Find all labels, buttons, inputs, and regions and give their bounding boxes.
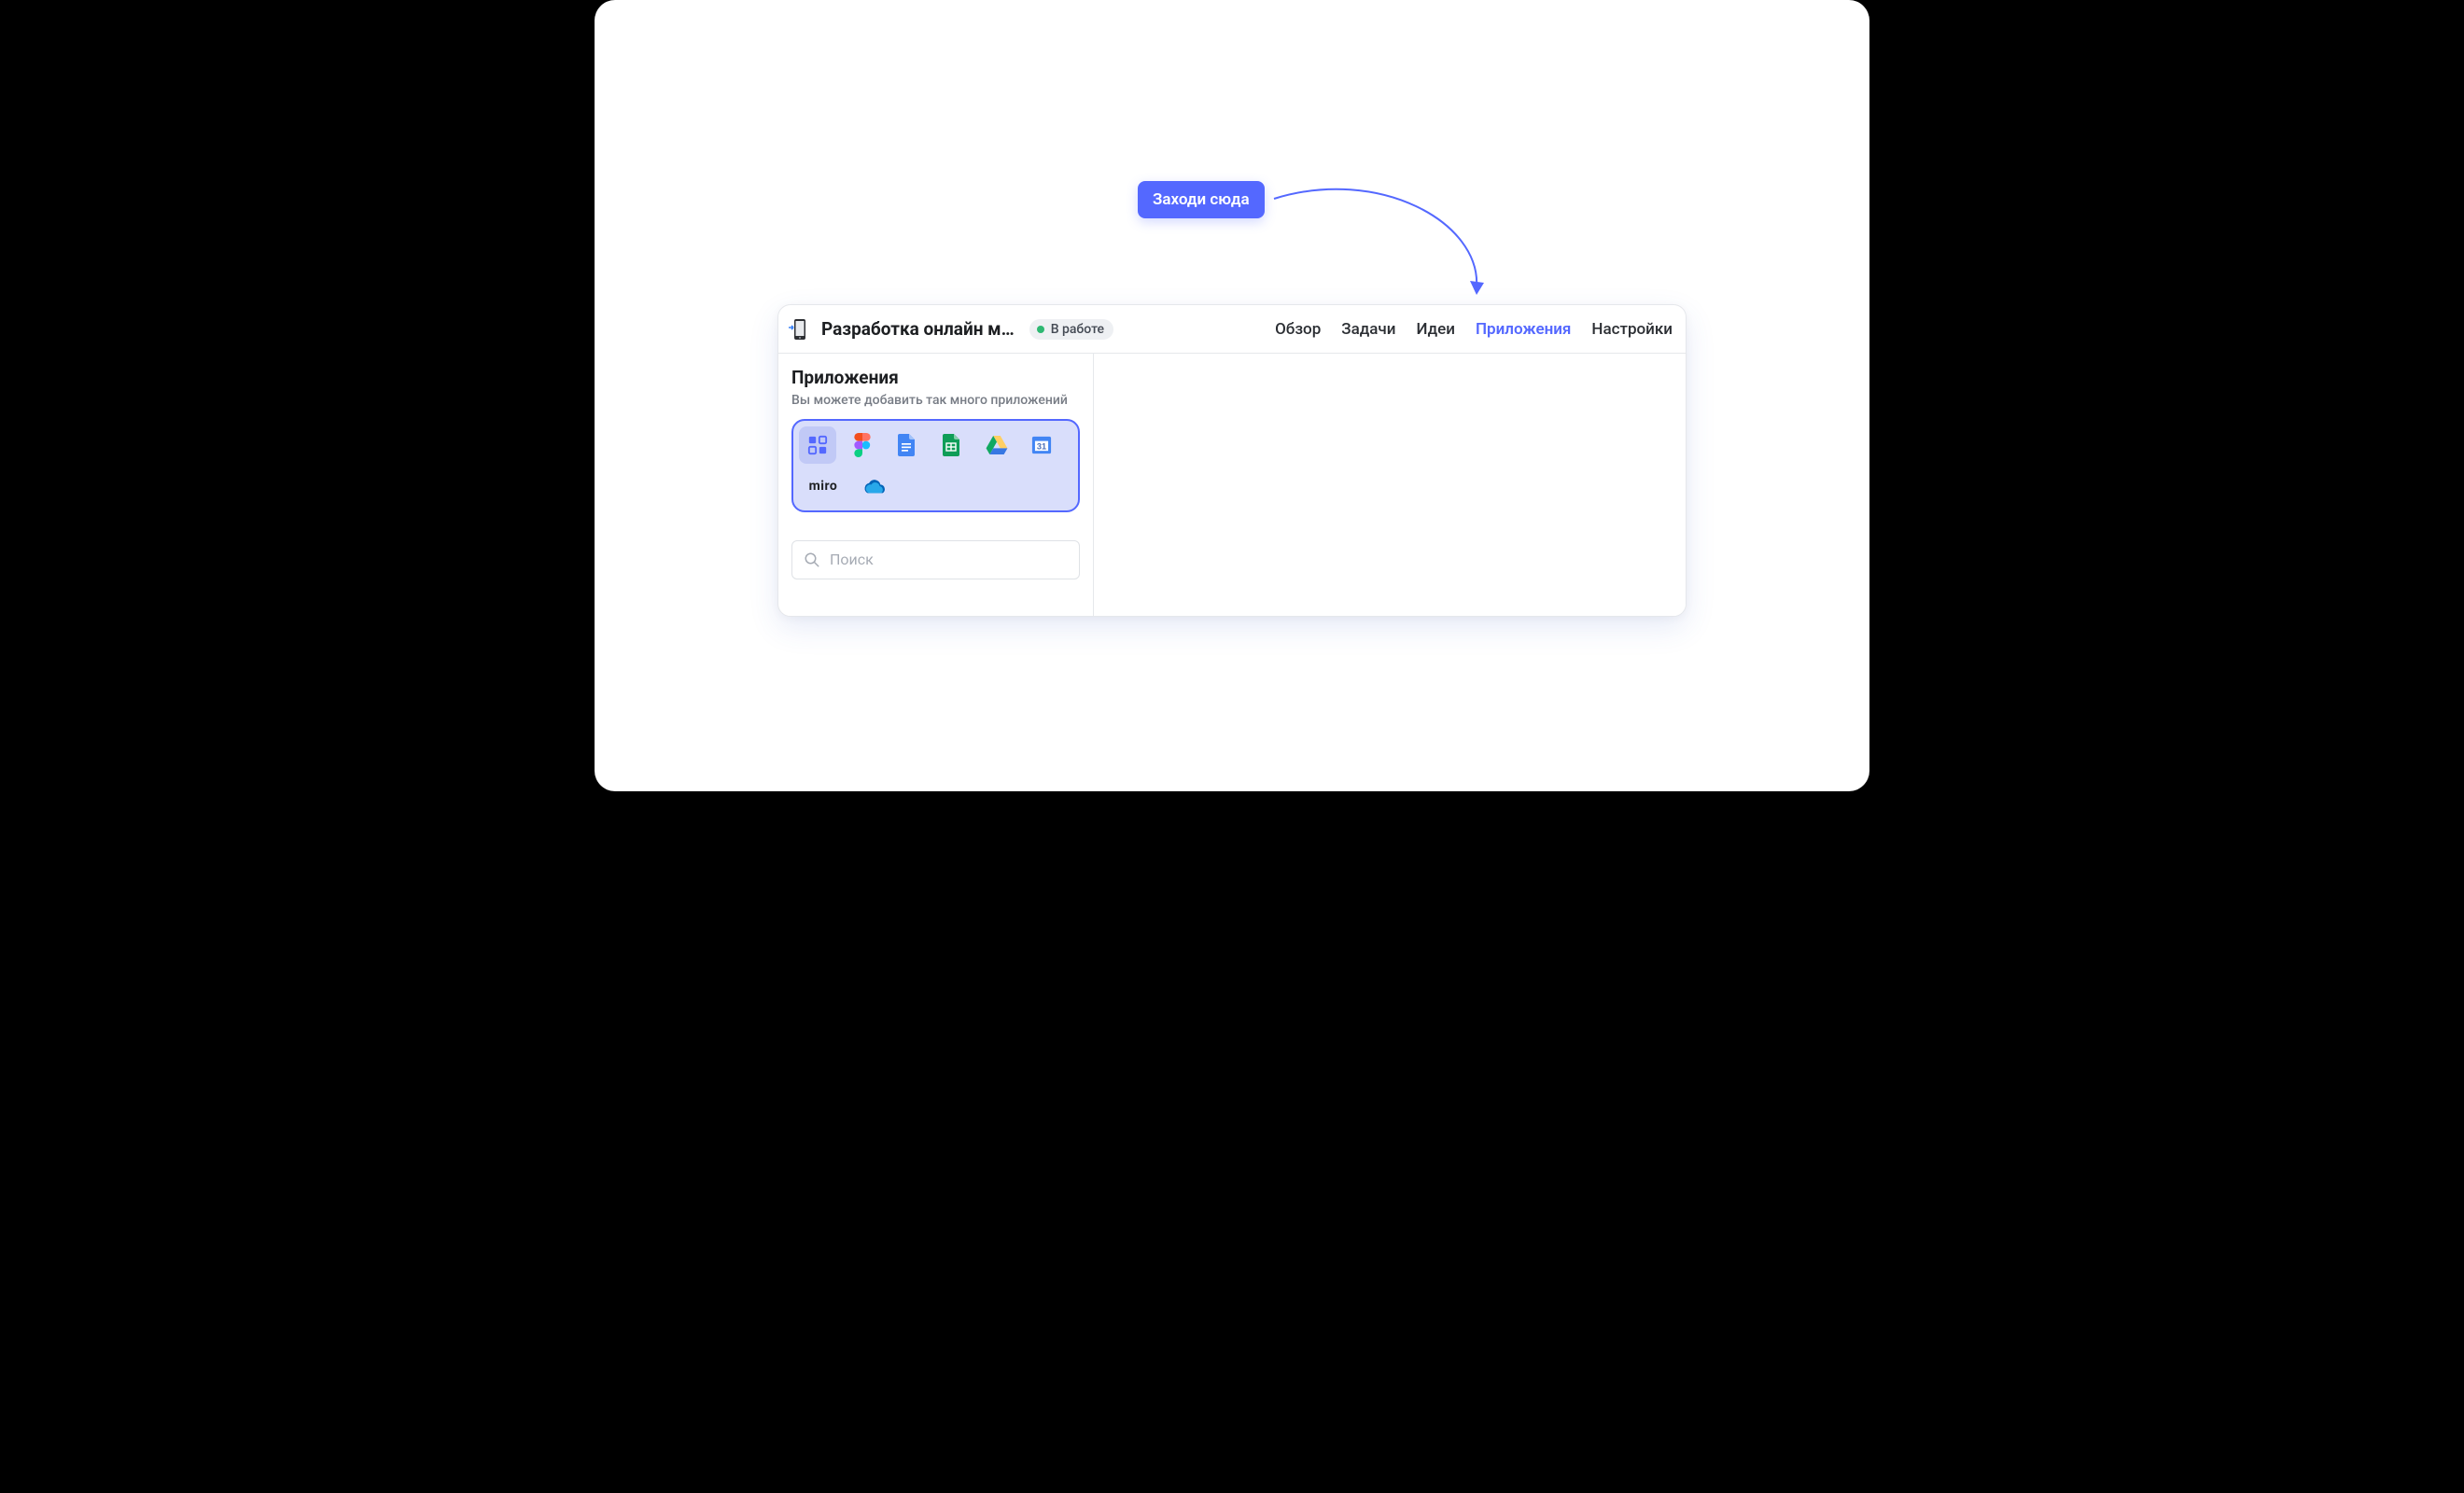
- canvas: Заходи сюда Выбирай приложение для интег…: [595, 0, 1869, 791]
- svg-text:31: 31: [1037, 441, 1046, 451]
- sidebar-title: Приложения: [791, 367, 1080, 388]
- app-chip-miro[interactable]: miro: [799, 467, 847, 505]
- app-chip-all[interactable]: [799, 426, 836, 464]
- project-title: Разработка онлайн м…: [821, 318, 1015, 340]
- apps-sidebar: Приложения Вы можете добавить так много …: [778, 354, 1094, 616]
- figma-icon: [854, 433, 871, 457]
- project-body: Приложения Вы можете добавить так много …: [778, 354, 1686, 616]
- miro-logo-text: miro: [809, 479, 838, 494]
- tab-tasks[interactable]: Задачи: [1341, 320, 1395, 339]
- google-calendar-icon: 31: [1031, 435, 1052, 455]
- app-search[interactable]: [791, 540, 1080, 579]
- tooltip-go-here: Заходи сюда: [1138, 181, 1265, 218]
- app-chip-gsheets[interactable]: [933, 426, 971, 464]
- grid-icon: [807, 435, 828, 455]
- app-integrations-grid: 31 miro: [791, 419, 1080, 512]
- project-card: Разработка онлайн м… В работе Обзор Зада…: [777, 304, 1687, 617]
- app-chip-gcalendar[interactable]: 31: [1023, 426, 1060, 464]
- project-header: Разработка онлайн м… В работе Обзор Зада…: [778, 305, 1686, 354]
- tab-settings[interactable]: Настройки: [1591, 320, 1673, 339]
- sidebar-subtitle: Вы можете добавить так много приложений: [791, 392, 1080, 410]
- google-sheets-icon: [943, 434, 961, 456]
- apps-main-area: [1094, 354, 1686, 616]
- project-tabs: Обзор Задачи Идеи Приложения Настройки: [1275, 320, 1673, 339]
- app-search-input[interactable]: [830, 551, 1068, 568]
- app-chip-gdrive[interactable]: [978, 426, 1015, 464]
- tab-overview[interactable]: Обзор: [1275, 320, 1321, 339]
- app-chip-figma[interactable]: [844, 426, 881, 464]
- google-drive-icon: [986, 436, 1008, 454]
- search-icon: [804, 551, 820, 568]
- status-badge[interactable]: В работе: [1029, 319, 1113, 340]
- arrow-to-apps-tab: [1267, 175, 1509, 306]
- tab-apps[interactable]: Приложения: [1476, 320, 1571, 339]
- tab-ideas[interactable]: Идеи: [1416, 320, 1455, 339]
- app-chip-onedrive[interactable]: [855, 467, 892, 505]
- status-dot-icon: [1037, 326, 1044, 333]
- app-chip-gdocs[interactable]: [889, 426, 926, 464]
- google-docs-icon: [898, 434, 917, 456]
- project-icon: [788, 317, 812, 342]
- phone-sync-icon: [789, 318, 811, 341]
- status-label: В работе: [1051, 322, 1104, 337]
- onedrive-icon: [861, 478, 886, 495]
